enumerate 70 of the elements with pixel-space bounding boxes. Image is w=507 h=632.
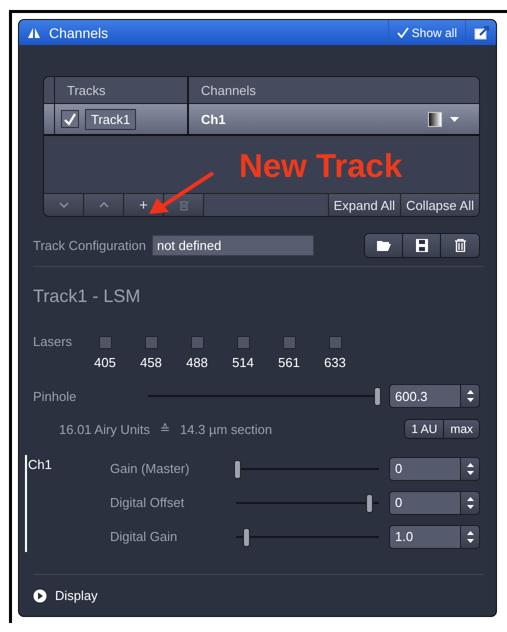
slider-thumb[interactable] xyxy=(366,494,373,512)
section-thickness-text: 14.3 µm section xyxy=(180,422,272,436)
max-button[interactable]: max xyxy=(444,420,479,438)
delete-button[interactable] xyxy=(441,234,479,257)
value-spinbox[interactable]: 0 xyxy=(389,456,480,480)
airy-units-text: 16.01 Airy Units xyxy=(59,422,150,436)
corresponds-symbol: ≙ xyxy=(160,422,170,436)
value-spinbox[interactable]: 1.0 xyxy=(389,524,480,548)
track-name-field[interactable]: Track1 xyxy=(85,108,136,130)
laser-wavelength: 488 xyxy=(186,355,208,370)
control-label: Digital Gain xyxy=(110,529,178,544)
new-track-annotation: New Track xyxy=(239,147,402,185)
laser-wavelength: 405 xyxy=(94,355,116,370)
control-label: Gain (Master) xyxy=(110,461,190,476)
spin-arrows-icon xyxy=(466,462,474,474)
show-all-button[interactable]: Show all xyxy=(388,20,466,45)
window-title: Channels xyxy=(49,24,108,40)
track-checkbox[interactable] xyxy=(61,110,79,128)
move-up-button[interactable] xyxy=(84,194,124,216)
laser-checkbox[interactable] xyxy=(144,336,158,349)
color-swatch-icon xyxy=(428,112,442,126)
control-label: Digital Offset xyxy=(110,495,186,510)
slider-thumb[interactable] xyxy=(374,387,381,406)
laser-wavelength: 458 xyxy=(140,355,162,370)
laser-wavelength: 633 xyxy=(324,355,346,370)
checkmark-icon xyxy=(396,27,409,38)
pinhole-label: Pinhole xyxy=(33,388,78,404)
slider-thumb[interactable] xyxy=(243,528,250,546)
spin-arrows-icon xyxy=(466,496,474,508)
control-slider[interactable] xyxy=(236,458,379,478)
laser-checkbox[interactable] xyxy=(236,336,250,349)
one-au-button[interactable]: 1 AU xyxy=(405,420,444,438)
control-slider[interactable] xyxy=(236,492,379,512)
trash-icon xyxy=(454,239,466,252)
spin-arrows-icon xyxy=(466,530,474,542)
collapse-all-button[interactable]: Collapse All xyxy=(401,194,479,216)
undock-button[interactable] xyxy=(474,26,490,40)
annotation-arrow xyxy=(147,170,217,216)
open-folder-button[interactable] xyxy=(365,234,403,257)
move-down-button[interactable] xyxy=(44,194,84,216)
pinhole-spinbox[interactable]: 600.3 xyxy=(389,384,480,408)
channel-name: Ch1 xyxy=(201,112,227,126)
laser-checkbox[interactable] xyxy=(282,336,296,349)
track-configuration-label: Track Configuration xyxy=(33,238,146,253)
laser-checkbox[interactable] xyxy=(328,336,342,349)
track-configuration-field[interactable]: not defined xyxy=(152,235,314,256)
value-spinbox[interactable]: 0 xyxy=(389,490,480,514)
folder-icon xyxy=(376,239,392,252)
display-expander[interactable]: Display xyxy=(33,588,98,603)
chevron-up-icon xyxy=(98,202,108,208)
channel-label: Ch1 xyxy=(28,457,53,472)
trash-icon xyxy=(178,200,188,210)
save-button[interactable] xyxy=(403,234,441,257)
pinhole-slider[interactable] xyxy=(148,386,379,406)
expand-all-button[interactable]: Expand All xyxy=(328,194,402,216)
column-header: Channels xyxy=(200,82,257,100)
laser-wavelength: 514 xyxy=(232,355,254,370)
slider-thumb[interactable] xyxy=(234,460,242,478)
undock-icon xyxy=(474,26,490,40)
lasers-label: Lasers xyxy=(33,334,74,351)
laser-wavelength: 561 xyxy=(278,355,300,370)
spin-arrows-icon xyxy=(466,390,474,402)
chevron-down-icon xyxy=(58,202,68,208)
dropdown-caret-icon[interactable] xyxy=(450,116,459,122)
track-row[interactable]: Track1 Ch1 xyxy=(44,104,479,136)
triangle-icon xyxy=(27,26,41,38)
laser-checkbox[interactable] xyxy=(98,336,112,349)
laser-checkbox[interactable] xyxy=(190,336,204,349)
control-slider[interactable] xyxy=(236,526,379,546)
section-title: Track1 - LSM xyxy=(33,286,142,307)
